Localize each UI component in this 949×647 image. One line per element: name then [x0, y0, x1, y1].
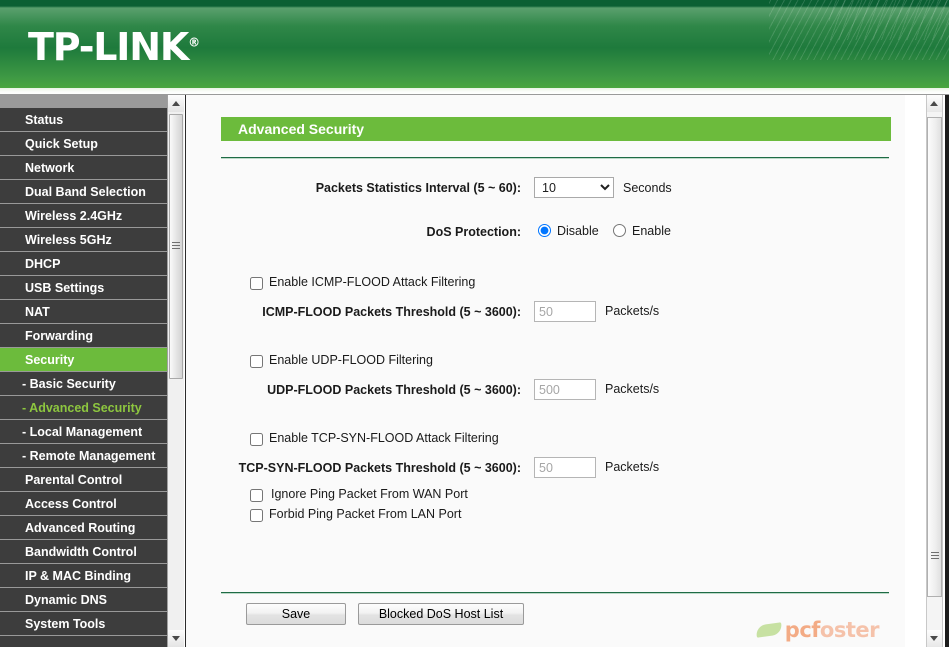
router-admin-page: TP-LINK® Status Quick Setup Network Dual Ba… [0, 0, 949, 647]
icmp-threshold-input[interactable] [534, 301, 596, 322]
sidebar-item-nat[interactable]: NAT [0, 300, 167, 324]
sidebar-item-ip-mac-binding[interactable]: IP & MAC Binding [0, 564, 167, 588]
brand-name: TP-LINK [28, 25, 189, 69]
main-scroll-thumb[interactable] [927, 117, 942, 597]
sidebar-item-quick-setup[interactable]: Quick Setup [0, 132, 167, 156]
page-title: Advanced Security [221, 117, 891, 141]
sidebar-item-list: Status Quick Setup Network Dual Band Select… [0, 108, 167, 636]
watermark-text-primary: pcf [784, 618, 821, 642]
tcp-syn-flood-enable-checkbox[interactable] [250, 433, 263, 446]
advanced-security-form: Packets Statistics Interval (5 ~ 60): 51… [186, 157, 905, 533]
packets-interval-select[interactable]: 5102030405060 [534, 177, 614, 198]
sidebar-filler [0, 636, 167, 647]
sidebar-top-spacer [0, 95, 167, 108]
icmp-flood-enable-label: Enable ICMP-FLOOD Attack Filtering [269, 275, 476, 289]
dos-protection-enable-label: Enable [632, 224, 671, 238]
forbid-ping-lan-checkbox[interactable] [250, 509, 263, 522]
scroll-grip-icon [930, 550, 939, 561]
triangle-up-icon [172, 101, 180, 106]
icmp-threshold-label: ICMP-FLOOD Packets Threshold (5 ~ 3600): [262, 305, 521, 319]
icmp-flood-enable-checkbox[interactable] [250, 277, 263, 290]
blocked-dos-host-list-button[interactable]: Blocked DoS Host List [358, 603, 524, 625]
triangle-down-icon [172, 636, 180, 641]
page-header: TP-LINK® [0, 0, 949, 88]
packets-interval-row: Packets Statistics Interval (5 ~ 60): 51… [186, 157, 905, 205]
triangle-up-icon [930, 101, 938, 106]
tcp-syn-threshold-input[interactable] [534, 457, 596, 478]
registered-mark: ® [188, 35, 201, 50]
sidebar-item-basic-security[interactable]: - Basic Security [0, 372, 167, 396]
udp-flood-row: Enable UDP-FLOOD Filtering UDP-FLOOD Pac… [186, 333, 905, 411]
udp-flood-enable-checkbox[interactable] [250, 355, 263, 368]
sidebar-scrollbar[interactable] [167, 95, 184, 647]
tplink-logo: TP-LINK® [28, 28, 200, 66]
tcp-syn-flood-enable-label: Enable TCP-SYN-FLOOD Attack Filtering [269, 431, 499, 445]
sidebar-item-status[interactable]: Status [0, 108, 167, 132]
sidebar-item-dhcp[interactable]: DHCP [0, 252, 167, 276]
sidebar-item-advanced-routing[interactable]: Advanced Routing [0, 516, 167, 540]
udp-threshold-unit: Packets/s [605, 382, 660, 396]
icmp-threshold-unit: Packets/s [605, 304, 660, 318]
save-button[interactable]: Save [246, 603, 346, 625]
udp-flood-enable-label: Enable UDP-FLOOD Filtering [269, 353, 433, 367]
window-right-edge [945, 95, 949, 647]
scroll-grip-icon [172, 240, 180, 251]
header-stripe-pattern-secondary [829, 0, 949, 40]
sidebar-item-forwarding[interactable]: Forwarding [0, 324, 167, 348]
sidebar-item-network[interactable]: Network [0, 156, 167, 180]
sidebar-item-access-control[interactable]: Access Control [0, 492, 167, 516]
watermark-text: pcfoster [784, 618, 880, 642]
sidebar-scroll-up-icon[interactable] [168, 95, 184, 112]
main-scroll-up-icon[interactable] [927, 95, 942, 112]
ping-options-row: Ignore Ping Packet From WAN Port Forbid … [186, 483, 905, 533]
sidebar-item-dynamic-dns[interactable]: Dynamic DNS [0, 588, 167, 612]
watermark-text-secondary: oster [819, 618, 880, 642]
leaf-icon [755, 622, 783, 638]
body-row: Status Quick Setup Network Dual Band Select… [0, 95, 949, 647]
content-bottom-divider [221, 592, 889, 594]
pcfoster-watermark: pcfoster [755, 617, 880, 643]
packets-interval-label: Packets Statistics Interval (5 ~ 60): [315, 181, 521, 195]
sidebar-item-wireless-5ghz[interactable]: Wireless 5GHz [0, 228, 167, 252]
tcp-syn-threshold-label: TCP-SYN-FLOOD Packets Threshold (5 ~ 360… [238, 461, 521, 475]
forbid-ping-lan-label: Forbid Ping Packet From LAN Port [269, 507, 462, 521]
dos-protection-enable-radio[interactable] [613, 224, 626, 237]
packets-interval-unit: Seconds [623, 181, 672, 195]
triangle-down-icon [930, 636, 938, 641]
dos-protection-row: DoS Protection: Disable Enable [186, 205, 905, 255]
sidebar-item-bandwidth-control[interactable]: Bandwidth Control [0, 540, 167, 564]
sidebar-nav: Status Quick Setup Network Dual Band Select… [0, 95, 167, 647]
sidebar-item-system-tools[interactable]: System Tools [0, 612, 167, 636]
ignore-ping-wan-checkbox[interactable] [250, 489, 263, 502]
tcp-syn-flood-row: Enable TCP-SYN-FLOOD Attack Filtering TC… [186, 411, 905, 483]
sidebar-item-usb-settings[interactable]: USB Settings [0, 276, 167, 300]
sidebar-item-parental-control[interactable]: Parental Control [0, 468, 167, 492]
icmp-flood-row: Enable ICMP-FLOOD Attack Filtering ICMP-… [186, 255, 905, 333]
udp-threshold-label: UDP-FLOOD Packets Threshold (5 ~ 3600): [267, 383, 521, 397]
sidebar-item-security[interactable]: Security [0, 348, 167, 372]
sidebar-scroll-down-icon[interactable] [168, 630, 184, 647]
udp-threshold-input[interactable] [534, 379, 596, 400]
main-scroll-down-icon[interactable] [927, 630, 942, 647]
sidebar-item-remote-management[interactable]: - Remote Management [0, 444, 167, 468]
dos-protection-disable-label: Disable [557, 224, 599, 238]
dos-protection-disable-radio[interactable] [538, 224, 551, 237]
sidebar-item-advanced-security[interactable]: - Advanced Security [0, 396, 167, 420]
tcp-syn-threshold-unit: Packets/s [605, 460, 660, 474]
sidebar-item-local-management[interactable]: - Local Management [0, 420, 167, 444]
main-content: Advanced Security Packets Statistics Int… [185, 95, 905, 647]
sidebar-item-wireless-2-4ghz[interactable]: Wireless 2.4GHz [0, 204, 167, 228]
sidebar-item-dual-band-selection[interactable]: Dual Band Selection [0, 180, 167, 204]
dos-protection-label: DoS Protection: [426, 225, 521, 239]
sidebar-scroll-thumb[interactable] [169, 114, 183, 379]
ignore-ping-wan-label: Ignore Ping Packet From WAN Port [271, 487, 468, 501]
